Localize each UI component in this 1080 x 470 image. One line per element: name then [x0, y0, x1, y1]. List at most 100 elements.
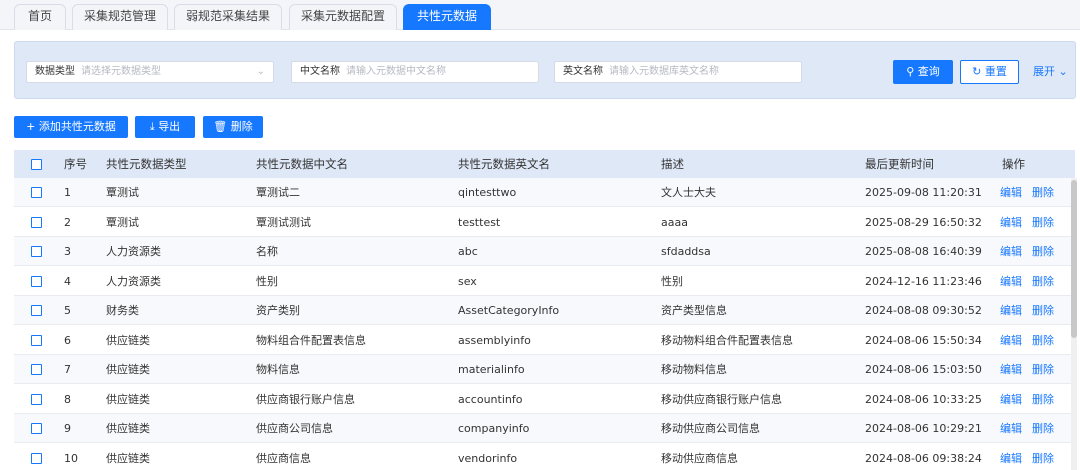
chinese-name-label: 中文名称	[300, 66, 340, 77]
row-checkbox[interactable]	[31, 305, 42, 316]
delete-link[interactable]: 删除	[1032, 363, 1054, 376]
row-index: 5	[64, 304, 71, 317]
search-panel: 数据类型 请选择元数据类型 ⌄ 中文名称 请输入元数据中文名称 英文名称 请输入元数据…	[14, 41, 1076, 99]
table-row[interactable]: 4 人力资源类 性别 sex 性别 2024-12-16 11:23:46 编辑 删除	[14, 266, 1075, 296]
tab-bar: 首页 采集规范管理 弱规范采集结果 采集元数据配置 共性元数据	[0, 0, 1080, 30]
tab-home[interactable]: 首页	[14, 4, 66, 30]
trash-icon: 🗑	[213, 120, 228, 133]
row-cn-name: 供应商公司信息	[256, 422, 333, 435]
row-type: 供应链类	[106, 422, 150, 435]
row-cn-name: 名称	[256, 245, 278, 258]
row-checkbox[interactable]	[31, 452, 42, 464]
reset-button[interactable]: ↻ 重置	[960, 60, 1019, 84]
table-row[interactable]: 7 供应链类 物料信息 materialinfo 移动物料信息 2024-08-06 15…	[14, 355, 1075, 384]
delete-link[interactable]: 删除	[1032, 275, 1054, 288]
tab-common-metadata[interactable]: 共性元数据	[403, 4, 491, 30]
row-index: 10	[64, 451, 78, 465]
row-updated-time: 2025-08-29 16:50:32	[865, 215, 982, 229]
row-en-name: abc	[458, 245, 478, 258]
edit-link[interactable]: 编辑	[1000, 275, 1022, 288]
row-en-name: companyinfo	[458, 422, 530, 435]
header-en-name: 共性元数据英文名	[458, 157, 550, 171]
edit-link[interactable]: 编辑	[1000, 186, 1022, 199]
tab-weak-spec-result[interactable]: 弱规范采集结果	[174, 4, 282, 30]
edit-link[interactable]: 编辑	[1000, 363, 1022, 376]
row-updated-time: 2025-08-08 16:40:39	[865, 245, 982, 258]
header-actions: 操作	[1002, 157, 1025, 171]
english-name-label: 英文名称	[563, 66, 603, 77]
row-type: 覃测试	[106, 215, 139, 229]
expand-toggle[interactable]: 展开 ⌄	[1033, 60, 1068, 84]
row-en-name: sex	[458, 274, 477, 288]
table-row[interactable]: 9 供应链类 供应商公司信息 companyinfo 移动供应商公司信息 2024-08-…	[14, 414, 1075, 443]
row-cn-name: 覃测试测试	[256, 215, 311, 229]
english-name-input[interactable]: 英文名称 请输入元数据库英文名称	[554, 61, 802, 83]
row-checkbox[interactable]	[31, 334, 42, 346]
row-cn-name: 物料组合件配置表信息	[256, 333, 366, 347]
header-index: 序号	[64, 157, 87, 171]
delete-link[interactable]: 删除	[1032, 186, 1054, 199]
row-checkbox[interactable]	[31, 216, 42, 228]
delete-button[interactable]: 🗑 删除	[203, 116, 263, 138]
delete-link[interactable]: 删除	[1032, 216, 1054, 229]
table-row[interactable]: 2 覃测试 覃测试测试 testtest aaaa 2025-08-29 16:50:32…	[14, 207, 1075, 237]
table-row[interactable]: 1 覃测试 覃测试二 qintesttwo 文人士大夫 2025-09-08 11:20:…	[14, 178, 1075, 207]
row-cn-name: 覃测试二	[256, 186, 300, 199]
table-row[interactable]: 5 财务类 资产类别 AssetCategoryInfo 资产类型信息 2024-08-0…	[14, 296, 1075, 325]
data-type-select[interactable]: 数据类型 请选择元数据类型 ⌄	[26, 61, 274, 83]
row-checkbox[interactable]	[31, 187, 42, 198]
row-description: 移动物料信息	[661, 363, 727, 376]
row-actions: 编辑 删除	[1000, 237, 1064, 265]
add-common-metadata-button[interactable]: + 添加共性元数据	[14, 116, 128, 138]
edit-link[interactable]: 编辑	[1000, 422, 1022, 435]
row-actions: 编辑 删除	[1000, 385, 1064, 413]
row-index: 4	[64, 274, 71, 288]
row-checkbox[interactable]	[31, 246, 42, 257]
row-description: aaaa	[661, 215, 688, 229]
add-button-label: 添加共性元数据	[38, 120, 116, 133]
row-index: 1	[64, 186, 71, 199]
delete-link[interactable]: 删除	[1032, 304, 1054, 317]
row-checkbox[interactable]	[31, 393, 42, 405]
select-all-checkbox[interactable]	[31, 159, 42, 170]
table-row[interactable]: 3 人力资源类 名称 abc sfdaddsa 2025-08-08 16:40:39 编辑…	[14, 237, 1075, 266]
delete-link[interactable]: 删除	[1032, 422, 1054, 435]
edit-link[interactable]: 编辑	[1000, 452, 1022, 465]
row-type: 供应链类	[106, 333, 150, 347]
row-actions: 编辑 删除	[1000, 444, 1064, 470]
scrollbar-thumb[interactable]	[1071, 180, 1077, 338]
tab-metadata-config[interactable]: 采集元数据配置	[289, 4, 397, 30]
row-cn-name: 供应商信息	[256, 451, 311, 465]
delete-link[interactable]: 删除	[1032, 334, 1054, 347]
row-type: 覃测试	[106, 186, 139, 199]
row-updated-time: 2024-08-06 10:29:21	[865, 422, 982, 435]
table-row[interactable]: 6 供应链类 物料组合件配置表信息 assemblyinfo 移动物料组合件配置表信息 2…	[14, 325, 1075, 355]
row-checkbox[interactable]	[31, 364, 42, 375]
delete-link[interactable]: 删除	[1032, 245, 1054, 258]
export-button[interactable]: ⤓ 导出	[135, 116, 195, 138]
row-actions: 编辑 删除	[1000, 208, 1064, 236]
edit-link[interactable]: 编辑	[1000, 216, 1022, 229]
row-updated-time: 2024-12-16 11:23:46	[865, 274, 982, 288]
chinese-name-input[interactable]: 中文名称 请输入元数据中文名称	[291, 61, 539, 83]
edit-link[interactable]: 编辑	[1000, 393, 1022, 406]
row-updated-time: 2024-08-06 09:38:24	[865, 451, 982, 465]
row-updated-time: 2025-09-08 11:20:31	[865, 186, 982, 199]
row-cn-name: 供应商银行账户信息	[256, 392, 355, 406]
row-actions: 编辑 删除	[1000, 414, 1064, 442]
edit-link[interactable]: 编辑	[1000, 304, 1022, 317]
row-checkbox[interactable]	[31, 275, 42, 287]
delete-link[interactable]: 删除	[1032, 452, 1054, 465]
row-type: 人力资源类	[106, 245, 161, 258]
row-actions: 编辑 删除	[1000, 267, 1064, 295]
row-checkbox[interactable]	[31, 423, 42, 434]
edit-link[interactable]: 编辑	[1000, 334, 1022, 347]
row-index: 8	[64, 392, 71, 406]
table-row[interactable]: 10 供应链类 供应商信息 vendorinfo 移动供应商信息 2024-08-06 0…	[14, 443, 1075, 470]
query-button[interactable]: ⚲ 查询	[893, 60, 953, 84]
delete-link[interactable]: 删除	[1032, 393, 1054, 406]
tab-collection-spec[interactable]: 采集规范管理	[72, 4, 168, 30]
table-header: 序号 共性元数据类型 共性元数据中文名 共性元数据英文名 描述 最后更新时间 操…	[14, 150, 1075, 178]
table-row[interactable]: 8 供应链类 供应商银行账户信息 accountinfo 移动供应商银行账户信息 2024…	[14, 384, 1075, 414]
edit-link[interactable]: 编辑	[1000, 245, 1022, 258]
